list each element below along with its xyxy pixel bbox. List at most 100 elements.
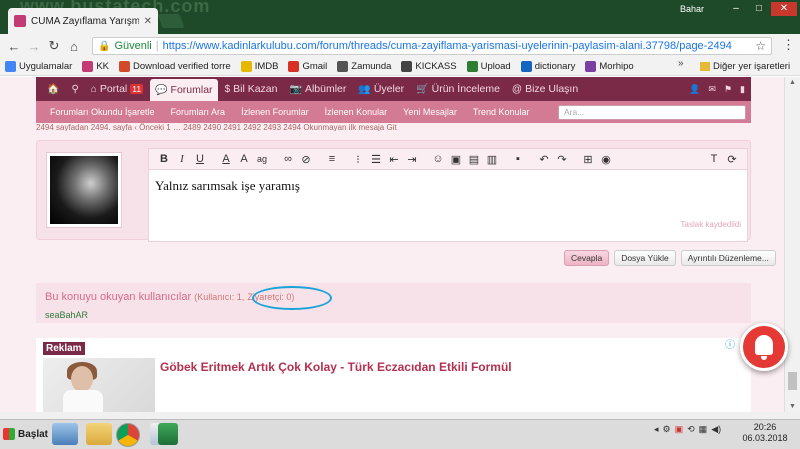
camera-icon[interactable]: ◉ <box>597 153 615 166</box>
address-bar[interactable]: 🔒 Güvenli | https://www.kadinlarkulubu.c… <box>92 37 772 55</box>
advanced-edit-button[interactable]: Ayrıntılı Düzenleme... <box>680 250 776 266</box>
explorer-icon[interactable] <box>52 423 78 445</box>
ad-title[interactable]: Göbek Eritmek Artık Çok Kolay - Türk Ecz… <box>160 360 512 374</box>
site-search-input[interactable]: Ara... <box>558 105 746 120</box>
user-icon[interactable]: 👤 <box>689 84 700 95</box>
nav-item-bil-kazan[interactable]: $ Bil Kazan <box>220 77 283 101</box>
reply-button[interactable]: Cevapla <box>564 250 610 266</box>
bookmark-item[interactable]: Morhipo <box>580 61 638 72</box>
unlink-icon[interactable]: ⊘ <box>297 153 315 166</box>
bookmark-item[interactable]: Upload <box>462 61 516 72</box>
notification-bell-icon[interactable] <box>740 323 788 371</box>
bookmark-label: IMDB <box>254 61 279 72</box>
nav-item-bize-ulaşın[interactable]: @ Bize Ulaşın <box>507 77 583 101</box>
reply-editor[interactable]: Yalnız sarımsak işe yaramış Taslak kayde… <box>148 170 748 242</box>
font-icon[interactable]: ag <box>253 154 271 164</box>
back-arrow-icon[interactable]: ← <box>4 39 24 54</box>
bookmark-item[interactable]: Gmail <box>283 61 332 72</box>
nav-item-forumlar[interactable]: 💬 Forumlar <box>150 79 218 101</box>
subnav-link[interactable]: Yeni Mesajlar <box>395 107 465 117</box>
clock[interactable]: 20:26 06.03.2018 <box>732 422 798 444</box>
bookmark-item[interactable]: Uygulamalar <box>0 61 77 72</box>
bookmark-item[interactable]: Zamunda <box>332 61 396 72</box>
tray-arrow-icon[interactable]: ◂ <box>654 424 659 435</box>
quote-icon[interactable]: ▥ <box>483 153 501 166</box>
save-icon[interactable]: ▪ <box>509 153 527 165</box>
media-icon[interactable]: ▤ <box>465 153 483 166</box>
profile-name[interactable]: Bahar <box>680 4 704 14</box>
indent-icon[interactable]: ⇥ <box>403 153 421 166</box>
settings-icon[interactable]: ⟳ <box>723 153 741 166</box>
menu-icon[interactable]: ⋮ <box>782 37 795 53</box>
align-icon[interactable]: ≡ <box>323 153 341 165</box>
bookmark-favicon-icon <box>5 61 16 72</box>
other-bookmarks[interactable]: Diğer yer işaretleri <box>700 61 790 72</box>
subnav-link[interactable]: Trend Konular <box>465 107 538 117</box>
page-navigation[interactable]: 2494 sayfadan 2494. sayfa ‹ Önceki 1 … 2… <box>36 123 436 131</box>
bullet-list-icon[interactable]: ⁝ <box>349 153 367 166</box>
scroll-up-icon[interactable]: ▲ <box>789 79 796 86</box>
antivirus-icon[interactable]: ▣ <box>675 424 684 435</box>
volume-icon[interactable]: ◀) <box>711 424 721 435</box>
close-window-button[interactable]: ✕ <box>771 2 797 16</box>
maximize-button[interactable]: □ <box>748 2 770 16</box>
folder-icon[interactable] <box>86 423 112 445</box>
text-color-icon[interactable]: A <box>217 153 235 165</box>
bold-icon[interactable]: B <box>155 153 173 165</box>
flag-icon[interactable]: ⚑ <box>724 84 732 95</box>
chat-bubble-icon[interactable]: ▮ <box>740 84 745 95</box>
text-size-icon[interactable]: A <box>235 153 253 165</box>
bookmark-item[interactable]: KK <box>77 61 114 72</box>
bookmark-star-icon[interactable]: ☆ <box>755 39 766 53</box>
nav-item-home-icon[interactable]: 🏠 <box>42 77 64 101</box>
nav-item-albümler[interactable]: 📷 Albümler <box>284 77 351 101</box>
link-icon[interactable]: ∞ <box>279 153 297 165</box>
bookmark-item[interactable]: IMDB <box>236 61 284 72</box>
subnav-link[interactable]: Forumları Okundu İşaretle <box>42 107 163 117</box>
nav-item-pin-icon[interactable]: ⚲ <box>66 77 83 101</box>
smiley-icon[interactable]: ☺ <box>429 153 447 165</box>
subnav-link[interactable]: İzlenen Konular <box>317 107 396 117</box>
outdent-icon[interactable]: ⇤ <box>385 153 403 166</box>
subnav-link[interactable]: Forumları Ara <box>163 107 234 117</box>
chat-icon: 💬 <box>155 84 168 96</box>
ad-image[interactable] <box>43 358 155 412</box>
redo-icon[interactable]: ↷ <box>553 153 571 166</box>
ad-info-icon[interactable]: ⓘ <box>725 336 735 351</box>
subnav-link[interactable]: İzlenen Forumlar <box>233 107 317 117</box>
reload-icon[interactable]: ↻ <box>44 38 64 54</box>
network-icon[interactable]: ▦ <box>699 424 708 435</box>
nav-item-ürün-i̇nceleme[interactable]: 🛒 Ürün İnceleme <box>411 77 505 101</box>
excel-icon[interactable] <box>158 423 178 445</box>
page-scrollbar[interactable]: ▲ ▼ <box>784 77 800 412</box>
tray-app-icon[interactable]: ⚙ <box>663 424 671 435</box>
more-bookmarks-button[interactable]: » <box>678 58 684 69</box>
numbered-list-icon[interactable]: ☰ <box>367 153 385 166</box>
scroll-down-icon[interactable]: ▼ <box>789 403 796 410</box>
sync-icon[interactable]: ⟲ <box>687 424 695 435</box>
forward-arrow-icon[interactable]: → <box>24 39 44 54</box>
bookmark-item[interactable]: Download verified torre <box>114 61 236 72</box>
italic-icon[interactable]: I <box>173 153 191 165</box>
start-button[interactable]: Başlat <box>0 421 48 447</box>
nav-item-üyeler[interactable]: 👥 Üyeler <box>353 77 409 101</box>
close-tab-icon[interactable]: ✕ <box>144 16 152 27</box>
scroll-thumb[interactable] <box>788 372 797 390</box>
remove-format-icon[interactable]: T <box>705 153 723 165</box>
bookmark-item[interactable]: KICKASS <box>396 61 461 72</box>
minimize-button[interactable]: – <box>725 2 747 16</box>
image-icon[interactable]: ▣ <box>447 153 465 166</box>
nav-item-portal[interactable]: ⌂ Portal 11 <box>86 77 148 101</box>
url-text[interactable]: https://www.kadinlarkulubu.com/forum/thr… <box>163 40 752 52</box>
upload-button[interactable]: Dosya Yükle <box>614 250 676 266</box>
undo-icon[interactable]: ↶ <box>535 153 553 166</box>
mail-icon[interactable]: ✉ <box>708 84 716 95</box>
new-tab-button[interactable] <box>157 14 185 28</box>
bookmark-item[interactable]: dictionary <box>516 61 581 72</box>
browser-tab[interactable]: CUMA Zayıflama Yarışması ✕ <box>8 8 158 34</box>
viewer-username[interactable]: seaBahAR <box>45 310 88 320</box>
chrome-icon[interactable] <box>116 423 140 447</box>
underline-icon[interactable]: U <box>191 153 209 165</box>
home-button-icon[interactable]: ⌂ <box>64 39 84 54</box>
bbcode-icon[interactable]: ⊞ <box>579 153 597 166</box>
